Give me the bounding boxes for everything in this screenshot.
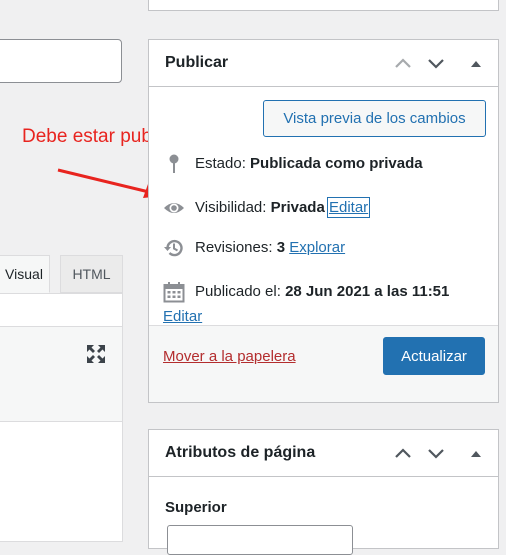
tab-html[interactable]: HTML	[60, 255, 123, 293]
status-value: Publicada como privada	[250, 155, 423, 172]
published-value: 28 Jun 2021 a las 11:51	[285, 283, 450, 300]
fullscreen-icon[interactable]	[86, 344, 106, 364]
visibility-edit-link[interactable]: Editar	[326, 197, 371, 218]
status-label: Estado:	[195, 155, 246, 172]
eye-icon	[164, 203, 184, 213]
chevron-down-icon[interactable]	[426, 443, 446, 463]
chevron-up-icon[interactable]	[393, 53, 413, 73]
pin-icon	[169, 154, 179, 173]
chevron-down-icon[interactable]	[426, 53, 446, 73]
publish-metabox: Publicar Vista previa de los cambios Est…	[148, 39, 499, 403]
page-attributes-title: Atributos de página	[165, 444, 316, 461]
visibility-label: Visibilidad:	[195, 199, 267, 216]
editor-content-area[interactable]	[0, 422, 123, 542]
parent-select[interactable]	[167, 525, 353, 555]
revisions-value: 3	[276, 239, 286, 256]
move-to-trash-link[interactable]: Mover a la papelera	[163, 348, 296, 365]
page-right-edge	[499, 0, 506, 535]
title-input[interactable]	[0, 39, 122, 83]
editor-toolbar	[0, 293, 123, 327]
chevron-up-icon[interactable]	[393, 443, 413, 463]
parent-label: Superior	[165, 499, 227, 516]
previous-metabox	[148, 0, 499, 11]
preview-changes-button[interactable]: Vista previa de los cambios	[263, 100, 486, 137]
triangle-up-icon[interactable]	[466, 443, 486, 463]
published-label: Publicado el:	[195, 283, 281, 300]
calendar-icon	[163, 282, 185, 303]
editor-toolbar-area	[0, 327, 123, 422]
published-edit-link[interactable]: Editar	[163, 308, 202, 325]
revisions-label: Revisiones:	[195, 239, 273, 256]
page-attributes-header: Atributos de página	[149, 430, 498, 477]
triangle-up-icon[interactable]	[466, 53, 486, 73]
publish-title: Publicar	[165, 54, 229, 71]
tab-visual[interactable]: Visual	[0, 255, 50, 293]
history-icon	[164, 239, 183, 257]
publish-actions: Mover a la papelera Actualizar	[149, 325, 498, 402]
publish-header: Publicar	[149, 40, 498, 87]
update-button[interactable]: Actualizar	[383, 337, 485, 375]
visibility-value: Privada	[270, 199, 325, 216]
page-attributes-metabox: Atributos de página Superior	[148, 429, 499, 555]
revisions-browse-link[interactable]: Explorar	[289, 239, 345, 256]
